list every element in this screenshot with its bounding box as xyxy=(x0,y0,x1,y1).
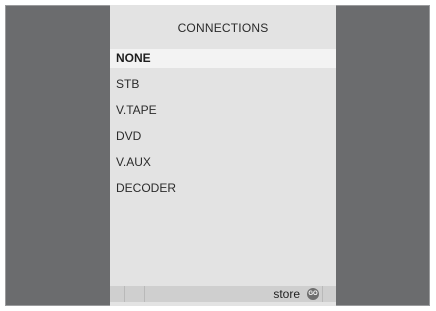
store-label: store xyxy=(273,287,300,301)
status-divider xyxy=(124,286,125,302)
menu-item-stb[interactable]: STB xyxy=(110,75,336,94)
menu-item-none[interactable]: NONE xyxy=(110,49,336,68)
status-divider xyxy=(322,286,323,302)
connections-menu-panel: CONNECTIONS NONE STB V.TAPE DVD V.AUX DE… xyxy=(110,5,336,306)
menu-item-dvd[interactable]: DVD xyxy=(110,127,336,146)
go-button-icon[interactable]: GO xyxy=(307,288,319,300)
menu-item-v-aux[interactable]: V.AUX xyxy=(110,153,336,172)
menu-item-v-tape[interactable]: V.TAPE xyxy=(110,101,336,120)
status-bar: store GO xyxy=(110,286,336,302)
status-divider xyxy=(144,286,145,302)
menu-list: NONE STB V.TAPE DVD V.AUX DECODER xyxy=(110,49,336,205)
menu-title: CONNECTIONS xyxy=(177,21,269,35)
menu-item-decoder[interactable]: DECODER xyxy=(110,179,336,198)
